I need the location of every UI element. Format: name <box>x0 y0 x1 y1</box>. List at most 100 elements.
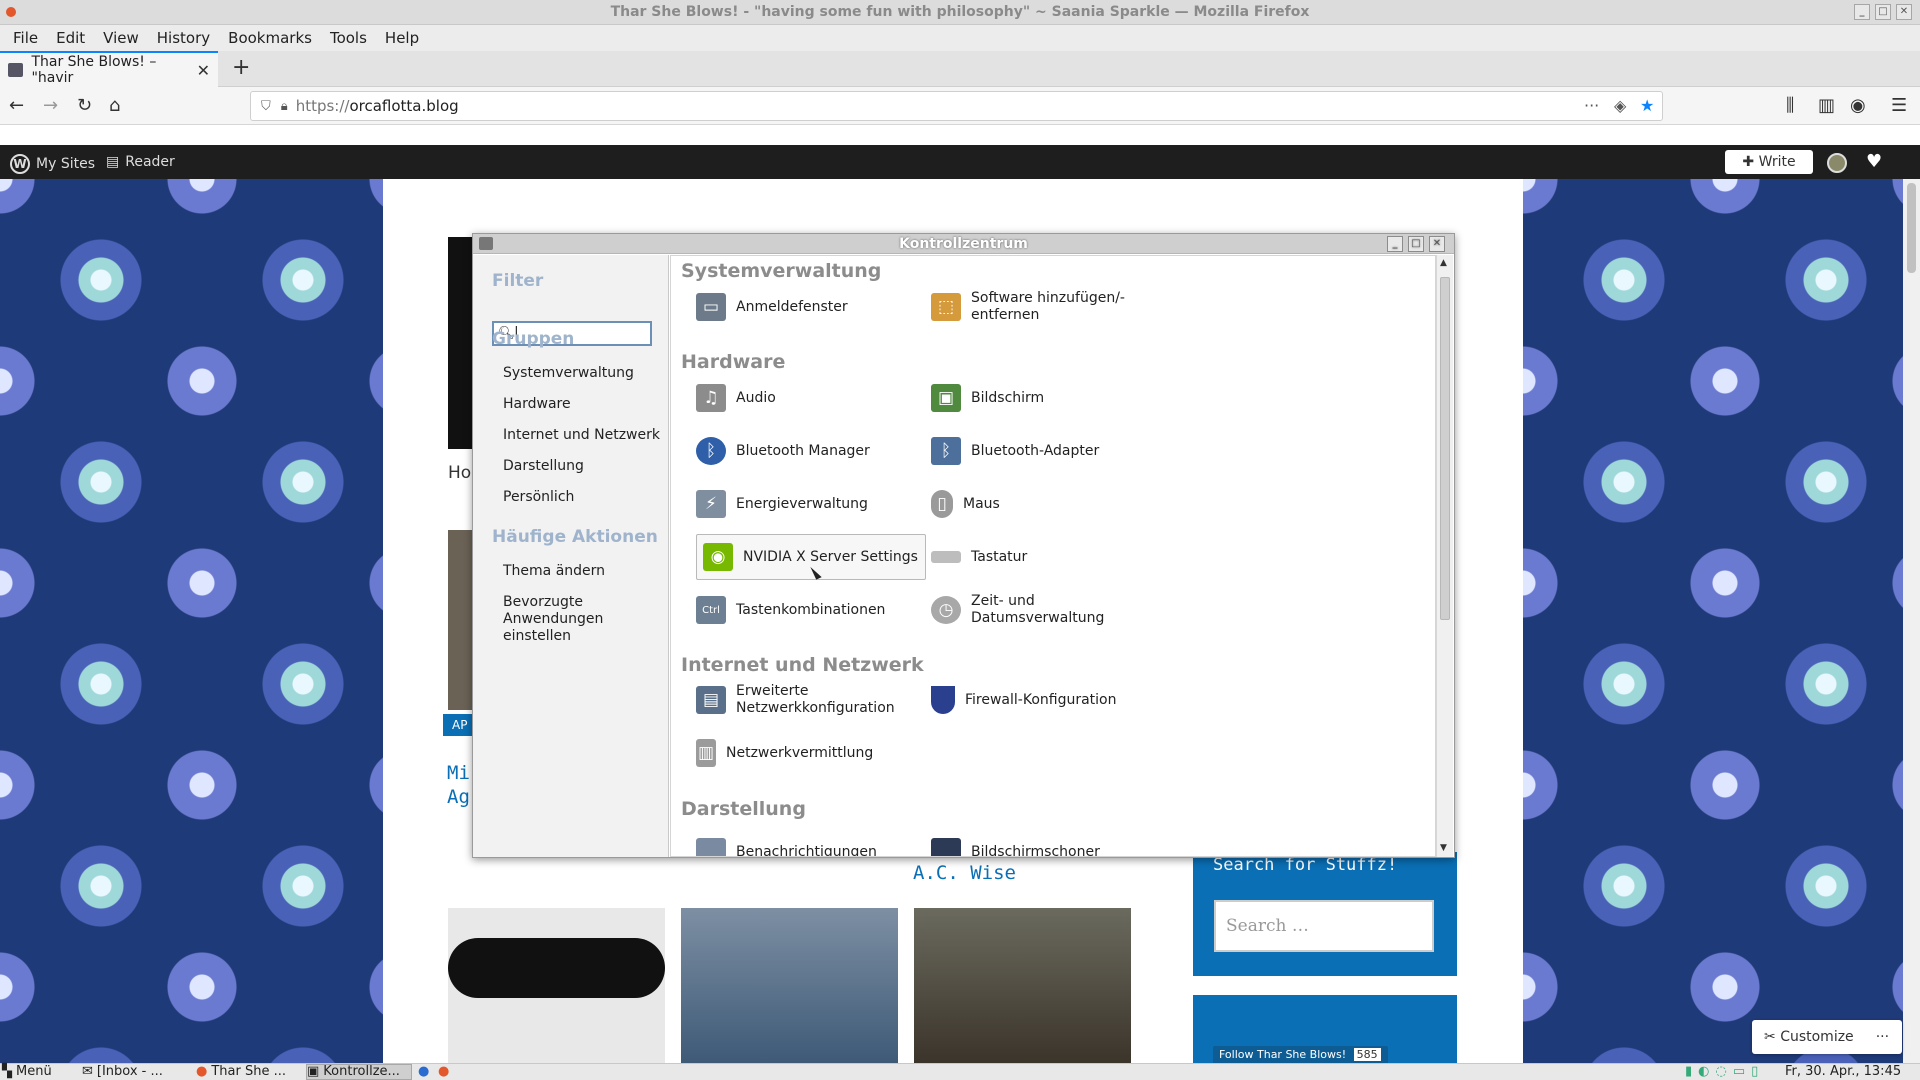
entry-tastenkombinationen[interactable]: Ctrl Tastenkombinationen <box>696 587 926 633</box>
entry-energieverwaltung[interactable]: ⚡ Energieverwaltung <box>696 481 926 527</box>
taskbar-item-kontrollzentrum[interactable]: ▣ Kontrollze... <box>306 1064 412 1080</box>
menu-help[interactable]: Help <box>376 29 428 47</box>
close-window-button[interactable]: ✕ <box>1896 4 1912 20</box>
entry-firewall[interactable]: Firewall-Konfiguration <box>931 677 1161 723</box>
dialog-maximize-button[interactable]: □ <box>1408 236 1424 252</box>
customize-button[interactable]: ✂ Customize ··· <box>1752 1020 1902 1054</box>
menu-bookmarks[interactable]: Bookmarks <box>219 29 321 47</box>
bookmark-star-icon[interactable]: ★ <box>1640 96 1654 115</box>
group-internet[interactable]: Internet und Netzwerk <box>503 427 660 443</box>
category-hardware: Hardware <box>681 351 786 373</box>
customize-more-icon[interactable]: ··· <box>1876 1029 1889 1045</box>
entry-label: Zeit- und Datumsverwaltung <box>971 593 1104 627</box>
post-title-link[interactable]: Mi <box>447 762 470 784</box>
post-thumbnail-portrait[interactable] <box>914 908 1131 1063</box>
tracking-shield-icon[interactable]: ⛉ <box>261 99 271 114</box>
menu-edit[interactable]: Edit <box>47 29 94 47</box>
network-config-icon: ▤ <box>696 686 726 714</box>
audio-icon: ♫ <box>696 384 726 412</box>
pocket-icon[interactable]: ◈ <box>1614 96 1626 115</box>
back-icon[interactable]: ← <box>9 95 24 116</box>
entry-benachrichtigungen[interactable]: Benachrichtigungen <box>696 829 926 856</box>
sidebar-icon[interactable]: ▥ <box>1818 95 1835 116</box>
dialog-close-button[interactable]: ✕ <box>1429 236 1445 252</box>
follow-button[interactable]: Follow Thar She Blows! 585 <box>1213 1046 1388 1064</box>
group-hardware[interactable]: Hardware <box>503 396 571 412</box>
tray-network-icon[interactable]: ▮ <box>1685 1064 1692 1080</box>
scroll-up-icon[interactable]: ▲ <box>1440 258 1447 268</box>
menu-file[interactable]: File <box>4 29 47 47</box>
taskbar-item-firefox[interactable]: ● Thar She ... <box>196 1064 300 1080</box>
maximize-button[interactable]: □ <box>1875 4 1891 20</box>
entry-audio[interactable]: ♫ Audio <box>696 375 926 421</box>
menu-tools[interactable]: Tools <box>321 29 376 47</box>
entry-bluetooth-adapter[interactable]: ᛒ Bluetooth-Adapter <box>931 428 1161 474</box>
entry-software[interactable]: ⬚ Software hinzufügen/- entfernen <box>931 284 1161 330</box>
group-darstellung[interactable]: Darstellung <box>503 458 584 474</box>
url-bar[interactable]: ⛉ 🔒︎ https://orcaflotta.blog ··· ◈ ★ <box>250 91 1663 121</box>
page-scrollbar-thumb[interactable] <box>1907 183 1916 273</box>
category-badge[interactable]: AP <box>443 714 473 736</box>
dialog-scrollbar[interactable]: ▲ ▼ <box>1436 255 1453 857</box>
forward-icon[interactable]: → <box>43 95 58 116</box>
entry-anmeldefenster[interactable]: ▭ Anmeldefenster <box>696 284 926 330</box>
entry-nvidia[interactable]: ◉ NVIDIA X Server Settings <box>696 534 926 580</box>
minimize-button[interactable]: _ <box>1854 4 1870 20</box>
dialog-scrollbar-thumb[interactable] <box>1440 277 1450 620</box>
write-button[interactable]: ✚ Write <box>1725 150 1813 174</box>
new-tab-button[interactable]: + <box>232 55 250 80</box>
taskbar-launcher-thunderbird[interactable]: ● <box>418 1064 429 1080</box>
action-preferred-apps[interactable]: Bevorzugte Anwendungen einstellen <box>503 594 603 645</box>
home-link-partial[interactable]: Ho <box>448 463 471 483</box>
group-systemverwaltung[interactable]: Systemverwaltung <box>503 365 634 381</box>
my-sites-link[interactable]: W My Sites <box>10 154 95 174</box>
dialog-app-icon <box>479 237 493 250</box>
home-icon[interactable]: ⌂ <box>109 95 120 116</box>
avatar[interactable] <box>1827 153 1847 173</box>
menu-history[interactable]: History <box>148 29 219 47</box>
entry-label: Anmeldefenster <box>736 299 848 315</box>
post-title-link-2[interactable]: Ag <box>447 786 470 808</box>
group-persoenlich[interactable]: Persönlich <box>503 489 574 505</box>
action-change-theme[interactable]: Thema ändern <box>503 563 605 579</box>
entry-zeit[interactable]: ◷ Zeit- und Datumsverwaltung <box>931 587 1161 633</box>
entry-netzwerkvermittlung[interactable]: ▥ Netzwerkvermittlung <box>696 730 926 776</box>
menu-view[interactable]: View <box>94 29 148 47</box>
search-input[interactable]: Search … <box>1214 900 1434 952</box>
scroll-down-icon[interactable]: ▼ <box>1440 843 1447 853</box>
entry-bildschirmschoner[interactable]: Bildschirmschoner <box>931 829 1161 856</box>
entry-maus[interactable]: ▯ Maus <box>931 481 1161 527</box>
taskbar-menu-button[interactable]: ▚ Menü <box>2 1064 52 1080</box>
app-menu-icon[interactable]: ☰ <box>1891 95 1907 116</box>
tray-update-icon[interactable]: ◌ <box>1716 1064 1727 1080</box>
dialog-titlebar[interactable]: Kontrollzentrum _ □ ✕ <box>473 234 1454 254</box>
library-icon[interactable]: ⫼ <box>1786 95 1794 116</box>
tab-thar-she-blows[interactable]: Thar She Blows! – "havir ✕ <box>0 51 218 87</box>
entry-tastatur[interactable]: Tastatur <box>931 534 1161 580</box>
entry-label: Maus <box>963 496 1000 512</box>
taskbar-menu-label: Menü <box>16 1064 52 1079</box>
tray-display-icon[interactable]: ▭ <box>1733 1064 1745 1080</box>
post-title-ac-wise[interactable]: A.C. Wise <box>913 862 1016 884</box>
entry-bluetooth-manager[interactable]: ᛒ Bluetooth Manager <box>696 428 926 474</box>
page-actions-icon[interactable]: ··· <box>1584 96 1599 115</box>
taskbar-item-inbox[interactable]: ✉ [Inbox - ... <box>82 1064 188 1080</box>
post-thumbnail-kitmouse[interactable] <box>448 908 665 1063</box>
reload-icon[interactable]: ↻ <box>77 95 92 116</box>
tab-close-icon[interactable]: ✕ <box>197 61 210 80</box>
post-thumbnail-sea[interactable] <box>681 908 898 1063</box>
tray-volume-icon[interactable]: ◐ <box>1698 1064 1709 1080</box>
tray-battery-icon[interactable]: ▯ <box>1751 1064 1758 1080</box>
lock-icon[interactable]: 🔒︎ <box>281 99 288 114</box>
account-icon[interactable]: ◉ <box>1850 95 1866 116</box>
taskbar-clock[interactable]: Fr, 30. Apr., 13:45 <box>1785 1064 1901 1080</box>
taskbar-launcher-firefox[interactable]: ● <box>438 1064 449 1080</box>
notifications-icon[interactable]: ♥ <box>1866 151 1882 172</box>
taskbar-thar-label: Thar She ... <box>211 1064 286 1079</box>
dialog-minimize-button[interactable]: _ <box>1387 236 1403 252</box>
page-scrollbar[interactable] <box>1903 179 1920 1063</box>
reader-link[interactable]: ▤ Reader <box>106 154 175 170</box>
entry-netzwerkkonfiguration[interactable]: ▤ Erweiterte Netzwerkkonfiguration <box>696 677 926 723</box>
thunderbird-icon: ● <box>418 1064 430 1079</box>
entry-bildschirm[interactable]: ▣ Bildschirm <box>931 375 1161 421</box>
